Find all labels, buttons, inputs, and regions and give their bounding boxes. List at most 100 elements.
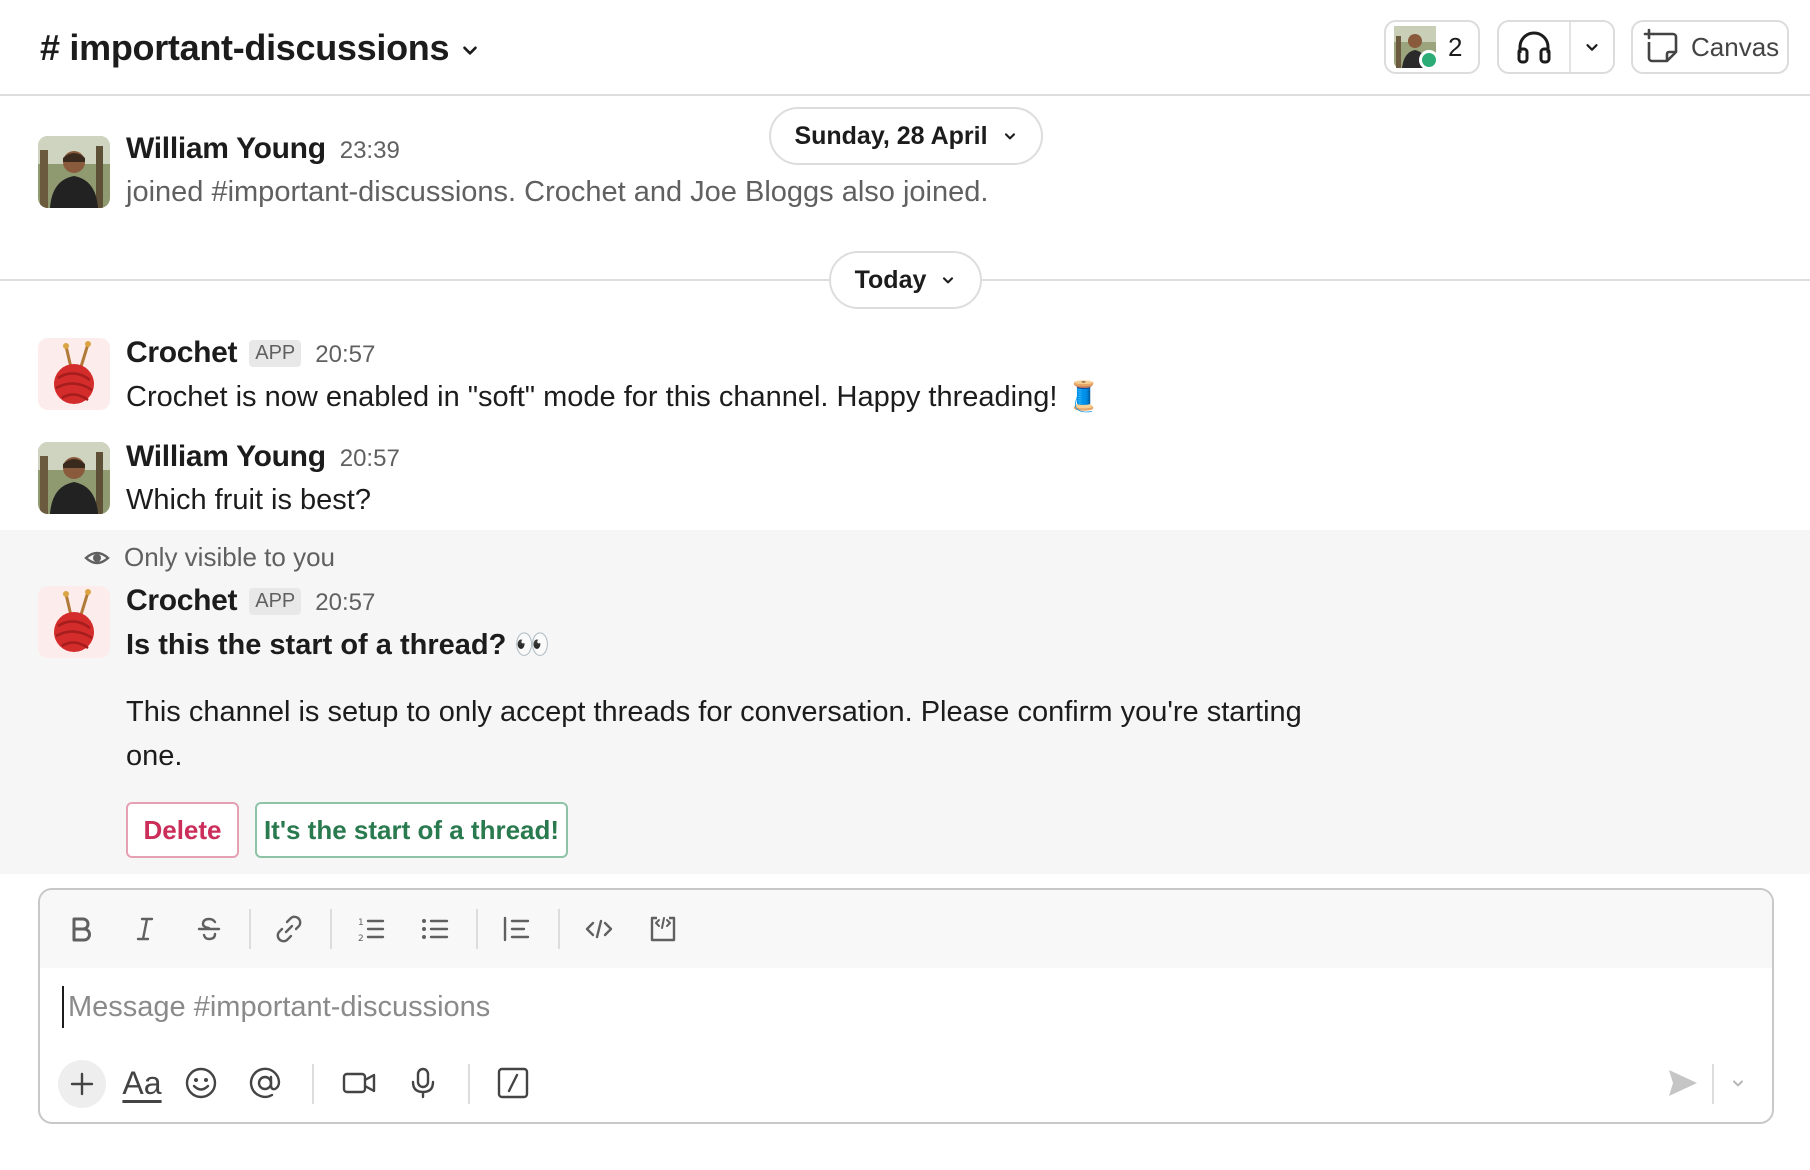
message-header: William Young 23:39 bbox=[126, 132, 400, 166]
code-icon bbox=[585, 919, 613, 939]
visibility-note: Only visible to you bbox=[84, 542, 335, 573]
yarn-ball-icon bbox=[54, 341, 94, 404]
message-input[interactable] bbox=[62, 986, 1668, 1028]
canvas-button[interactable]: Canvas bbox=[1631, 20, 1789, 74]
italic-icon bbox=[136, 917, 154, 941]
svg-text:2: 2 bbox=[358, 934, 364, 944]
send-icon bbox=[1669, 1070, 1697, 1096]
toolbar-separator bbox=[558, 909, 560, 949]
avatar[interactable] bbox=[38, 136, 110, 208]
bold-button[interactable] bbox=[60, 908, 102, 950]
timestamp[interactable]: 20:57 bbox=[315, 341, 375, 369]
timestamp[interactable]: 20:57 bbox=[340, 445, 400, 473]
microphone-icon bbox=[411, 1067, 435, 1099]
author-name[interactable]: William Young bbox=[126, 440, 326, 474]
ordered-list-button[interactable]: 12 bbox=[350, 908, 392, 950]
blockquote-icon bbox=[503, 916, 530, 942]
members-button[interactable]: 2 bbox=[1384, 20, 1480, 74]
message-header: William Young 20:57 bbox=[126, 440, 400, 474]
headphones-icon bbox=[1517, 31, 1551, 64]
confirm-thread-button[interactable]: It's the start of a thread! bbox=[255, 802, 568, 858]
toolbar-separator bbox=[476, 909, 478, 949]
app-badge: APP bbox=[249, 588, 302, 615]
strikethrough-icon bbox=[197, 917, 221, 941]
bulleted-list-button[interactable] bbox=[414, 908, 456, 950]
date-label: Today bbox=[854, 265, 927, 294]
video-camera-icon bbox=[342, 1072, 376, 1094]
smiley-icon bbox=[185, 1067, 217, 1099]
chevron-down-icon bbox=[943, 277, 954, 284]
toolbar-separator bbox=[1712, 1064, 1714, 1104]
svg-text:1: 1 bbox=[358, 918, 364, 928]
member-avatar bbox=[1394, 26, 1439, 70]
ordered-list-icon: 12 bbox=[358, 918, 385, 944]
avatar[interactable] bbox=[38, 586, 110, 658]
italic-button[interactable] bbox=[124, 908, 166, 950]
chevron-down-icon bbox=[1733, 1080, 1743, 1087]
member-count: 2 bbox=[1448, 31, 1463, 62]
delete-button[interactable]: Delete bbox=[126, 802, 239, 858]
channel-name: # important-discussions bbox=[40, 27, 450, 68]
slash-command-icon bbox=[497, 1067, 529, 1099]
add-attachment-button[interactable] bbox=[58, 1060, 106, 1108]
emoji-button[interactable] bbox=[180, 1062, 222, 1104]
code-block-icon bbox=[650, 916, 676, 942]
author-name[interactable]: William Young bbox=[126, 132, 326, 166]
send-button[interactable] bbox=[1662, 1062, 1704, 1104]
link-button[interactable] bbox=[268, 908, 310, 950]
message-header: Crochet APP 20:57 bbox=[126, 584, 375, 618]
message-text: Which fruit is best? bbox=[126, 484, 371, 516]
shortcuts-button[interactable] bbox=[492, 1062, 534, 1104]
plus-icon bbox=[70, 1072, 94, 1096]
bold-icon bbox=[72, 917, 91, 942]
online-status-dot bbox=[1419, 50, 1439, 70]
date-divider-button[interactable]: Today bbox=[829, 251, 982, 309]
formatting-toggle-button[interactable]: Aa bbox=[116, 1062, 168, 1104]
video-clip-button[interactable] bbox=[338, 1062, 380, 1104]
audio-clip-button[interactable] bbox=[402, 1062, 444, 1104]
code-button[interactable] bbox=[578, 908, 620, 950]
mention-button[interactable] bbox=[244, 1062, 286, 1104]
channel-title-button[interactable]: # important-discussions bbox=[40, 24, 481, 72]
author-name[interactable]: Crochet bbox=[126, 584, 238, 618]
prompt-heading: Is this the start of a thread? 👀 bbox=[126, 629, 551, 661]
prompt-body-continued: one. bbox=[126, 740, 183, 772]
message-composer: 12 Aa bbox=[38, 888, 1774, 1124]
date-divider-button[interactable]: Sunday, 28 April bbox=[769, 107, 1043, 165]
avatar[interactable] bbox=[38, 442, 110, 514]
avatar-photo-icon bbox=[38, 442, 110, 514]
eye-icon bbox=[84, 551, 110, 564]
toolbar-separator bbox=[468, 1064, 470, 1104]
blockquote-button[interactable] bbox=[495, 908, 537, 950]
at-sign-icon bbox=[249, 1067, 281, 1099]
send-options-button[interactable] bbox=[1720, 1062, 1756, 1104]
date-label: Sunday, 28 April bbox=[794, 121, 988, 150]
huddle-button-group bbox=[1497, 20, 1615, 74]
strikethrough-button[interactable] bbox=[188, 908, 230, 950]
app-badge: APP bbox=[249, 340, 302, 367]
huddle-button[interactable] bbox=[1499, 22, 1571, 72]
message-text: Crochet is now enabled in "soft" mode fo… bbox=[126, 381, 1102, 413]
message-header: Crochet APP 20:57 bbox=[126, 336, 375, 370]
avatar-photo-icon bbox=[38, 136, 110, 208]
toolbar-separator bbox=[249, 909, 251, 949]
channel-header: # important-discussions 2 Canvas bbox=[0, 0, 1810, 96]
code-block-button[interactable] bbox=[642, 908, 684, 950]
timestamp[interactable]: 23:39 bbox=[340, 137, 400, 165]
timestamp[interactable]: 20:57 bbox=[315, 589, 375, 617]
link-icon bbox=[276, 915, 302, 943]
avatar[interactable] bbox=[38, 338, 110, 410]
prompt-body: This channel is setup to only accept thr… bbox=[126, 696, 1302, 728]
author-name[interactable]: Crochet bbox=[126, 336, 238, 370]
visibility-text: Only visible to you bbox=[124, 542, 335, 572]
chevron-down-icon bbox=[1004, 133, 1015, 140]
message-text: joined #important-discussions. Crochet a… bbox=[126, 176, 989, 208]
canvas-label: Canvas bbox=[1691, 31, 1780, 62]
formatting-toggle-label: Aa bbox=[122, 1064, 162, 1101]
huddle-options-button[interactable] bbox=[1571, 38, 1613, 56]
chevron-down-icon bbox=[1586, 44, 1598, 51]
toolbar-separator bbox=[312, 1064, 314, 1104]
formatting-toolbar: 12 bbox=[40, 890, 1772, 968]
toolbar-separator bbox=[330, 909, 332, 949]
chevron-down-icon bbox=[463, 46, 478, 55]
